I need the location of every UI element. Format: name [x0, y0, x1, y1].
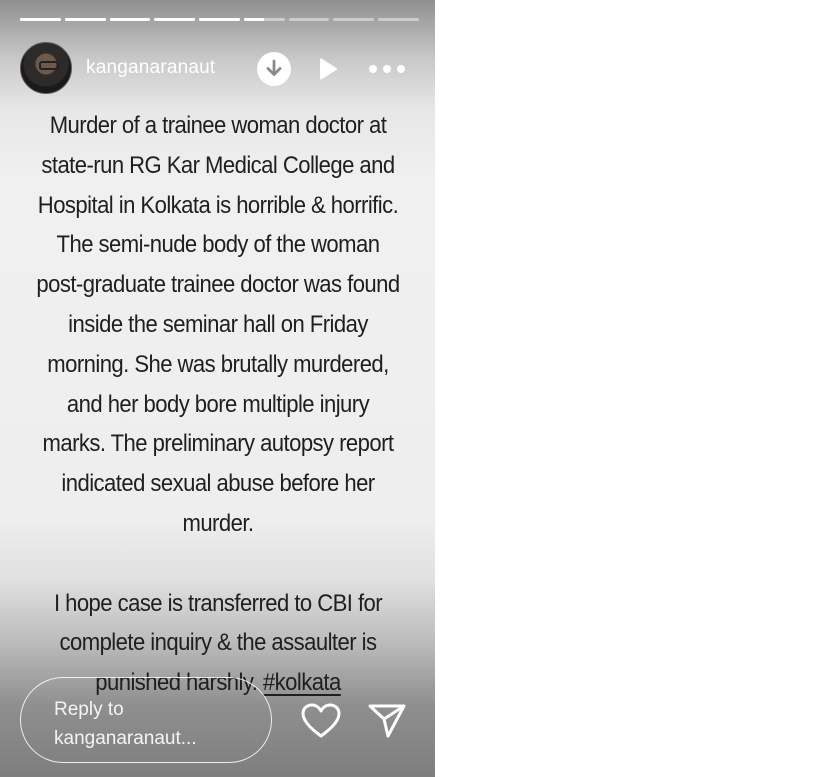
progress-segment-fill	[243, 18, 265, 21]
story-viewer[interactable]: kanganaranaut Murder of a trainee woman …	[0, 0, 435, 777]
story-progress-bar	[20, 18, 420, 21]
reply-input[interactable]: Reply to kanganaranaut...	[20, 677, 272, 763]
progress-segment-5	[199, 18, 240, 21]
reply-placeholder-line-1: Reply to	[54, 699, 124, 720]
play-icon	[320, 58, 337, 80]
progress-segment-fill	[64, 18, 106, 21]
story-header: kanganaranaut	[20, 42, 420, 96]
progress-segment-fill	[20, 18, 61, 21]
progress-segment-3	[109, 18, 151, 21]
progress-segment-fill	[109, 18, 151, 21]
story-caption: Murder of a trainee woman doctor at stat…	[34, 106, 402, 703]
avatar[interactable]	[20, 42, 72, 94]
progress-segment-8	[333, 18, 375, 21]
hashtag-link[interactable]: #kolkata	[263, 669, 341, 696]
progress-segment-9	[378, 18, 420, 21]
progress-segment-1	[20, 18, 61, 21]
download-icon	[266, 59, 282, 76]
play-button[interactable]	[313, 54, 343, 84]
progress-segment-4	[154, 18, 196, 21]
send-icon	[368, 704, 406, 738]
heart-icon	[301, 703, 341, 738]
caption-paragraph-1: Murder of a trainee woman doctor at stat…	[36, 112, 400, 537]
progress-segment-7	[288, 18, 330, 21]
like-button[interactable]	[300, 701, 342, 741]
progress-segment-fill	[154, 18, 196, 21]
more-icon	[369, 65, 405, 73]
more-options-button[interactable]	[368, 54, 406, 84]
reply-placeholder-line-2: kanganaranaut...	[54, 728, 197, 749]
download-button[interactable]	[257, 52, 291, 86]
progress-segment-fill	[199, 18, 240, 21]
username[interactable]: kanganaranaut	[86, 57, 236, 79]
progress-segment-6	[243, 18, 285, 21]
progress-segment-2	[64, 18, 106, 21]
reply-placeholder: Reply to kanganaranaut...	[54, 695, 259, 753]
send-button[interactable]	[366, 699, 408, 741]
